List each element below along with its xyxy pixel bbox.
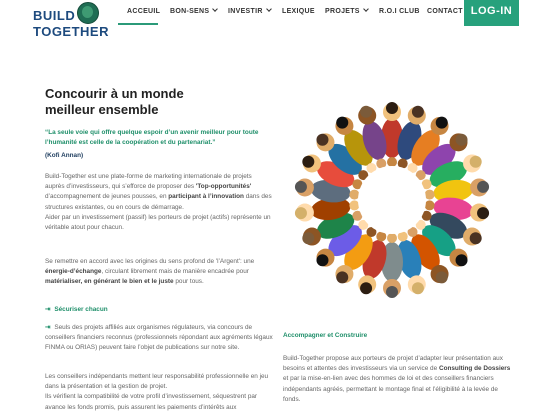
nav-label-investir: INVESTIR	[228, 8, 263, 15]
secure-heading: ⇥ Sécuriser chacun	[45, 305, 108, 313]
person-hair	[469, 155, 482, 168]
logo-word-build: BUILD	[33, 8, 76, 23]
title-line-1: Concourir à un monde	[45, 86, 184, 101]
support-paragraph: Build-Together propose aux porteurs de p…	[283, 355, 511, 403]
person-hair	[455, 133, 468, 146]
quote-author: (Kofi Annan)	[45, 152, 84, 159]
money-paragraph: Se remettre en accord avec les origines …	[45, 258, 255, 286]
site-header: BUILD TOGETHER ACCEUIL BON-SENS INVESTIR…	[0, 0, 550, 42]
nav-item-acceuil[interactable]: ACCEUIL	[127, 0, 160, 24]
person-hair	[360, 105, 373, 118]
nav-label-contact: CONTACT	[427, 8, 463, 15]
chevron-down-icon	[362, 6, 369, 12]
person-hair	[360, 282, 373, 295]
person-hair	[469, 232, 482, 245]
intro-quote: “La seule voie qui offre quelque espoir …	[45, 129, 259, 146]
person-hair	[316, 133, 329, 146]
person-hair	[411, 105, 424, 118]
person-hair	[411, 282, 424, 295]
person-hair	[294, 180, 307, 193]
globe-icon	[77, 2, 99, 24]
person-hair	[455, 254, 468, 267]
person-hair	[435, 116, 448, 129]
login-button[interactable]: LOG-IN	[464, 0, 519, 26]
hand	[349, 200, 360, 211]
nav-label-projets: PROJETS	[325, 8, 360, 15]
nav-item-investir[interactable]: INVESTIR	[228, 0, 272, 24]
logo-word-together: TOGETHER	[33, 24, 109, 39]
person-hair	[386, 286, 398, 298]
title-line-2: meilleur ensemble	[45, 102, 159, 117]
nav-item-bon-sens[interactable]: BON-SENS	[170, 0, 219, 24]
arrow-right-icon: ⇥	[45, 306, 51, 313]
nav-label-acceuil: ACCEUIL	[127, 8, 161, 15]
hand	[387, 233, 397, 243]
person-hair	[336, 271, 349, 284]
person-hair	[302, 232, 315, 245]
intro-paragraph: Build-Together est une plate-forme de ma…	[45, 173, 272, 232]
person-hair	[336, 116, 349, 129]
chevron-down-icon	[265, 6, 272, 12]
person-hair	[477, 207, 490, 220]
nav-item-lexique[interactable]: LEXIQUE	[282, 0, 315, 24]
arrow-right-icon: ⇥	[45, 324, 51, 331]
hand	[424, 200, 435, 211]
hand	[387, 157, 397, 167]
nav-label-roi-club: R.O.I CLUB	[379, 8, 420, 15]
person-hair	[294, 207, 307, 220]
advisors-paragraph: Les conseillers indépendants mettent leu…	[45, 373, 269, 411]
person-hair	[435, 271, 448, 284]
person-hair	[316, 254, 329, 267]
person-hair	[477, 180, 490, 193]
nav-label-bon-sens: BON-SENS	[170, 8, 210, 15]
support-heading: Accompagner et Construire	[283, 332, 368, 339]
nav-label-lexique: LEXIQUE	[282, 8, 315, 15]
secure-paragraph: ⇥ Seuls des projets affiliés aux organism…	[45, 324, 273, 352]
person-hair	[302, 155, 315, 168]
nav-item-roi-club[interactable]: R.O.I CLUB	[379, 0, 420, 24]
chevron-down-icon	[212, 6, 219, 12]
person-hair	[386, 102, 398, 114]
hand	[349, 189, 360, 200]
hand	[424, 189, 435, 200]
circle-of-hands-photo	[294, 102, 490, 298]
nav-item-projets[interactable]: PROJETS	[325, 0, 369, 24]
page-title: Concourir à un monde meilleur ensemble	[45, 86, 245, 118]
build-together-logo[interactable]: BUILD TOGETHER	[33, 2, 109, 40]
secure-heading-text: Sécuriser chacun	[54, 306, 108, 313]
nav-item-contact[interactable]: CONTACT	[427, 0, 463, 24]
active-nav-underline	[118, 23, 158, 25]
